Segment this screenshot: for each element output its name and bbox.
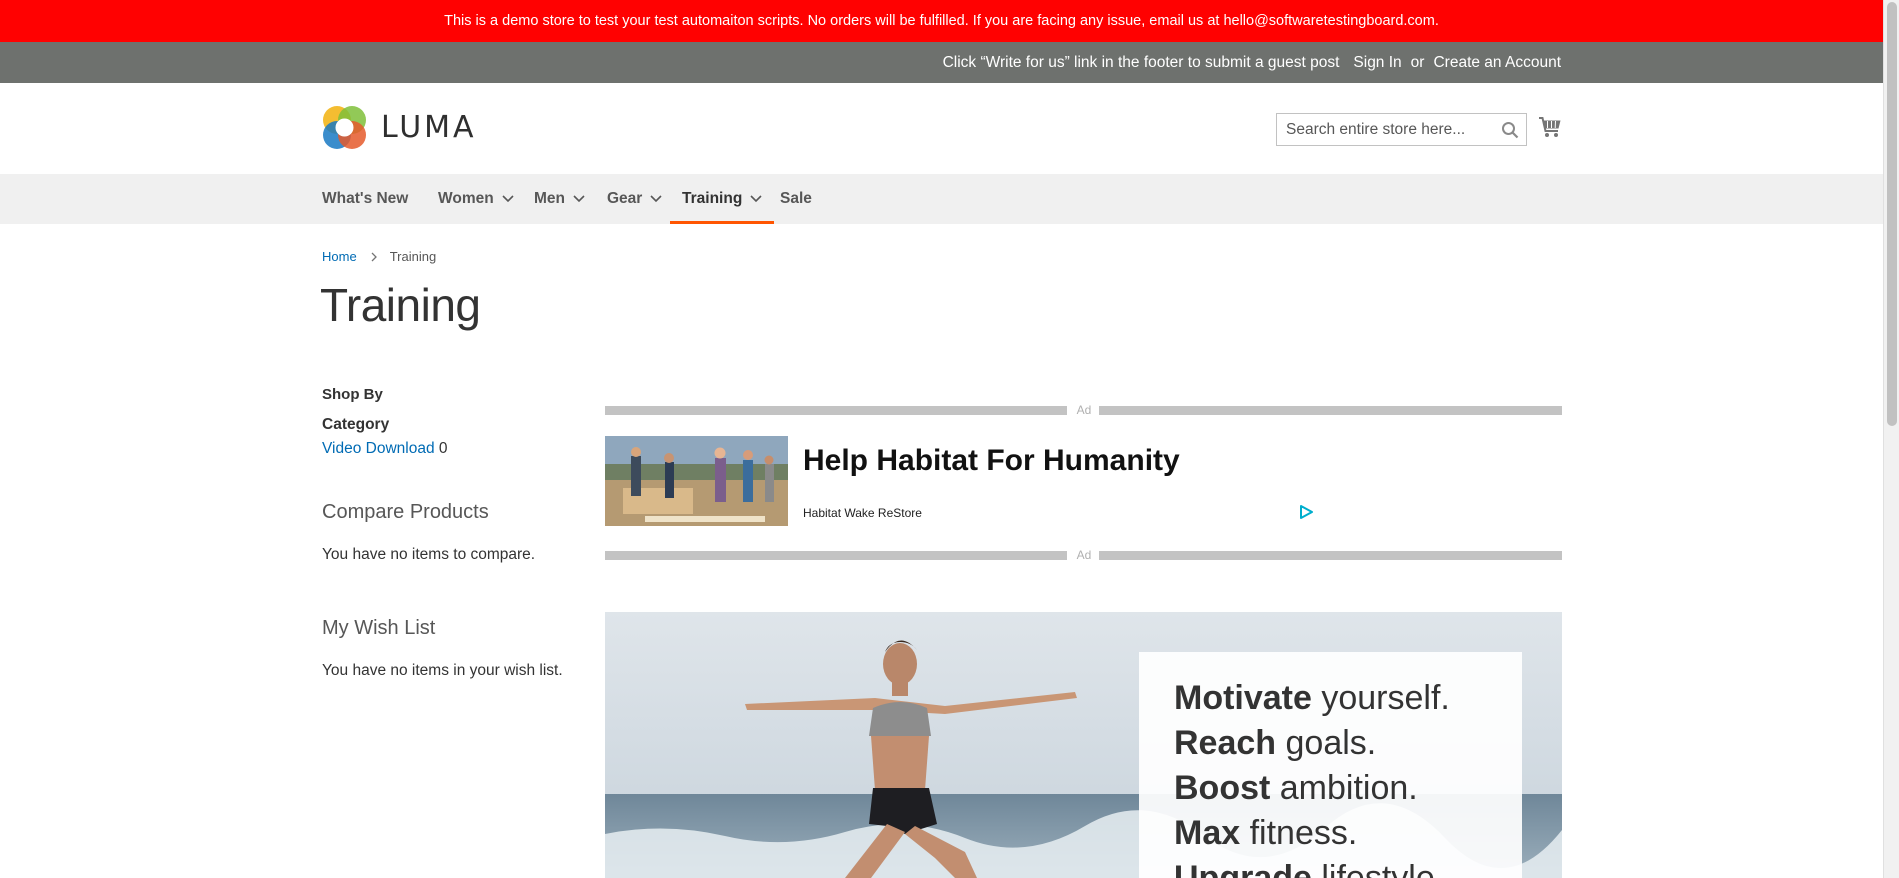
search-form — [1276, 113, 1527, 146]
create-account-link[interactable]: Create an Account — [1433, 54, 1561, 72]
wish-list-title: My Wish List — [322, 617, 436, 639]
category-filter-item[interactable]: Video Download 0 — [322, 440, 448, 458]
search-icon[interactable] — [1501, 121, 1519, 139]
shop-by-heading: Shop By — [322, 386, 383, 403]
demo-notice-bar: This is a demo store to test your test a… — [0, 0, 1883, 42]
header-links: Click “Write for us” link in the footer … — [943, 42, 1561, 83]
nav-item-men[interactable]: Men — [534, 174, 585, 224]
banner-line-bold: Max — [1174, 814, 1241, 852]
breadcrumb-current: Training — [389, 249, 437, 264]
banner-line-rest: lifestyle. — [1311, 859, 1445, 878]
ad-photo[interactable] — [605, 436, 788, 526]
compare-products-title: Compare Products — [322, 501, 489, 523]
logo-text: LUMA — [381, 110, 477, 145]
chevron-down-icon — [573, 195, 585, 203]
search-input[interactable] — [1277, 114, 1492, 145]
category-item-count: 0 — [438, 440, 448, 457]
banner-line: Max fitness. — [1174, 811, 1522, 856]
ad-divider-top: Ad — [605, 403, 1562, 417]
banner-line-bold: Motivate — [1174, 679, 1312, 717]
ad-divider-segment — [605, 406, 1067, 415]
ad-source[interactable]: Habitat Wake ReStore — [803, 506, 922, 520]
nav-item-sale[interactable]: Sale — [780, 174, 812, 224]
compare-empty-text: You have no items to compare. — [322, 546, 536, 563]
luma-logo-icon — [323, 106, 366, 149]
page-scrollbar[interactable] — [1883, 0, 1899, 878]
chevron-down-icon — [650, 195, 662, 203]
category-filter-title[interactable]: Category — [322, 416, 389, 434]
training-promo-banner[interactable]: Motivate yourself. Reach goals. Boost am… — [605, 612, 1562, 878]
sign-in-link[interactable]: Sign In — [1353, 54, 1401, 72]
nav-label: What's New — [322, 190, 409, 207]
category-item-name[interactable]: Video Download — [322, 440, 435, 457]
demo-notice-text: This is a demo store to test your test a… — [444, 13, 1439, 29]
chevron-down-icon — [502, 195, 514, 203]
nav-label: Training — [682, 190, 743, 207]
banner-line: Reach goals. — [1174, 721, 1522, 766]
banner-line: Upgrade lifestyle. — [1174, 856, 1522, 878]
banner-line-bold: Boost — [1174, 769, 1271, 807]
nav-label: Women — [438, 190, 494, 207]
breadcrumb-home-link[interactable]: Home — [322, 249, 357, 264]
main-navigation: What's New Women Men Gear Training Sale — [0, 174, 1883, 224]
nav-item-gear[interactable]: Gear — [607, 174, 662, 224]
nav-label: Sale — [780, 190, 812, 207]
nav-label: Gear — [607, 190, 643, 207]
or-separator: or — [1410, 53, 1425, 71]
banner-line-rest: fitness. — [1240, 814, 1358, 852]
scrollbar-thumb[interactable] — [1887, 2, 1897, 426]
ad-photo-image — [605, 436, 788, 526]
guest-post-notice: Click “Write for us” link in the footer … — [942, 53, 1340, 71]
page-title: Training — [320, 279, 481, 331]
ad-label: Ad — [1076, 403, 1092, 417]
wish-list-empty-text: You have no items in your wish list. — [322, 662, 563, 679]
ad-divider-segment — [605, 551, 1067, 560]
header-panel: Click “Write for us” link in the footer … — [0, 42, 1883, 83]
banner-line-bold: Upgrade — [1174, 859, 1312, 878]
logo-link[interactable]: LUMA — [322, 105, 477, 150]
ad-choices-icon[interactable] — [1298, 504, 1314, 520]
banner-line-rest: ambition. — [1270, 769, 1418, 807]
cart-icon[interactable] — [1538, 116, 1562, 138]
banner-line-rest: goals. — [1276, 724, 1377, 762]
ad-divider-bottom: Ad — [605, 548, 1562, 562]
nav-item-training[interactable]: Training — [669, 174, 775, 224]
banner-line-rest: yourself. — [1311, 679, 1450, 717]
ad-headline[interactable]: Help Habitat For Humanity — [803, 444, 1180, 478]
ad-divider-segment — [1099, 551, 1562, 560]
chevron-right-icon — [371, 252, 377, 261]
ad-card[interactable]: Help Habitat For Humanity Habitat Wake R… — [605, 436, 1562, 526]
nav-item-women[interactable]: Women — [438, 174, 514, 224]
breadcrumb: Home Training — [322, 249, 436, 264]
banner-line: Boost ambition. — [1174, 766, 1522, 811]
ad-divider-segment — [1099, 406, 1562, 415]
banner-text-card: Motivate yourself. Reach goals. Boost am… — [1139, 652, 1522, 878]
banner-line-bold: Reach — [1174, 724, 1277, 762]
nav-item-whats-new[interactable]: What's New — [322, 174, 408, 224]
banner-line: Motivate yourself. — [1174, 676, 1522, 721]
ad-label: Ad — [1076, 548, 1092, 562]
nav-label: Men — [534, 190, 565, 207]
chevron-down-icon — [750, 195, 762, 203]
